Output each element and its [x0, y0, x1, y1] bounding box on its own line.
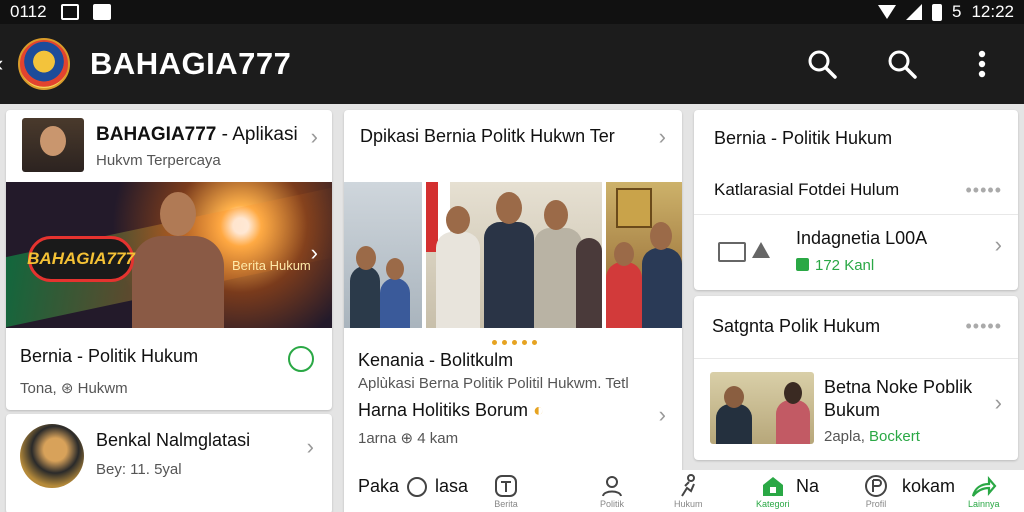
nav-item-berita[interactable]: Berita: [494, 474, 518, 509]
news-link-meta-b: 4 kam: [417, 430, 459, 447]
app-bar: ‹ BAHAGIA777: [0, 24, 1024, 104]
nav-item-kategori[interactable]: Kategori: [756, 474, 790, 509]
app-title: BAHAGIA777: [90, 46, 292, 81]
clock-icon: ⊕: [400, 430, 414, 447]
nav-label: Berita: [494, 499, 518, 509]
search-icon: [888, 50, 917, 79]
category-card-subtitle: Katlarasial Fotdei Hulum: [714, 180, 900, 199]
featured-app-subtitle: Hukvm Terpercaya: [96, 152, 221, 169]
bottom-row-label-a: Paka: [358, 476, 400, 496]
category-item-meta-a: 2apla,: [824, 428, 865, 445]
share-icon: [971, 476, 997, 497]
more-vert-icon: [978, 50, 986, 78]
category-card-title: Satgnta Polik Hukum: [712, 316, 881, 336]
chevron-right-icon: ›: [306, 434, 314, 459]
status-time: 12:22: [971, 2, 1014, 21]
app-notification-icon: [92, 4, 111, 20]
bottom-row-label-b: lasa: [435, 476, 469, 496]
item-avatar: [20, 424, 84, 488]
home-icon: [762, 477, 783, 496]
nav-item-lainnya[interactable]: Lainnya: [968, 474, 1000, 509]
user-icon: [602, 476, 622, 497]
status-bar: 0112 5 12:22: [0, 0, 1024, 24]
more-menu-button[interactable]: [962, 44, 1002, 84]
search-icon: [808, 50, 837, 79]
wifi-icon: [877, 5, 896, 19]
carousel-indicator: [492, 340, 537, 345]
news-link-title[interactable]: Harna Holitiks Borum: [358, 400, 528, 420]
monitor-icon: [718, 242, 746, 262]
article-meta-a: Tona,: [20, 380, 57, 397]
news-photo-1[interactable]: [344, 182, 422, 328]
chevron-right-icon: ›: [310, 124, 318, 149]
nav-label: Politik: [600, 499, 625, 509]
featured-app-title: BAHAGIA777: [96, 124, 217, 145]
news-section-desc: Aplùkasi Berna Politik Politil Hukwm. Te…: [358, 375, 629, 392]
news-card[interactable]: Dpikasi Bernia Politk Hukwn Ter › Kenani…: [344, 110, 682, 512]
chevron-right-icon: ›: [994, 390, 1002, 415]
news-photo-3[interactable]: [606, 182, 682, 328]
banner-next-icon[interactable]: ›: [311, 240, 318, 266]
chat-icon[interactable]: [288, 346, 314, 372]
run-icon: [681, 474, 696, 497]
item-thumbnail: [710, 372, 814, 444]
featured-app-title-suffix: - Aplikasi: [216, 124, 298, 145]
profile-icon: [865, 475, 887, 497]
notification-icon: [60, 4, 79, 20]
bookmark-icon[interactable]: ◐: [533, 400, 544, 420]
search-button[interactable]: [802, 44, 842, 84]
nav-label: Profil: [865, 499, 887, 509]
warning-icon: [752, 242, 770, 258]
banner-brand-logo: BAHAGIA777: [27, 236, 135, 282]
nav-text-kokam: kokam: [902, 476, 956, 496]
promo-banner[interactable]: BAHAGIA777 Berita Hukum ›: [6, 182, 332, 328]
nav-item-hukum[interactable]: Hukum: [674, 474, 703, 509]
app-logo: [18, 38, 70, 90]
banner-person-image: [132, 192, 224, 328]
category-item-meta-b: Bockert: [869, 428, 920, 445]
more-horiz-icon[interactable]: •••••: [965, 180, 1002, 201]
badge-icon: [796, 258, 809, 271]
category-item-title: Betna Noke Poblik Bukum: [824, 377, 973, 420]
article-meta-b: Hukwm: [77, 380, 128, 397]
news-section-title: Kenania - Bolitkulm: [358, 350, 514, 370]
nav-text-na: Na: [796, 476, 820, 496]
chevron-right-icon: ›: [994, 232, 1002, 257]
circle-icon: [407, 476, 428, 497]
category-card[interactable]: Bernia - Politik Hukum Katlarasial Fotde…: [694, 110, 1018, 290]
category-card[interactable]: Satgnta Polik Hukum ••••• Betna Noke Pob…: [694, 296, 1018, 460]
app-avatar: [22, 118, 84, 172]
list-item-meta: Bey: 11. 5yal: [96, 461, 182, 478]
category-icon: ⊛: [60, 380, 74, 397]
nav-label: Lainnya: [968, 499, 1000, 509]
nav-label: Hukum: [674, 499, 703, 509]
signal-icon: [905, 4, 922, 20]
category-item-title: Indagnetia L00A: [796, 228, 928, 248]
category-card-title: Bernia - Politik Hukum: [714, 128, 893, 148]
news-photo-2[interactable]: [426, 182, 602, 328]
more-horiz-icon[interactable]: •••••: [965, 316, 1002, 337]
status-time-left: 0112: [10, 2, 47, 21]
nav-item-politik[interactable]: Politik: [600, 474, 624, 509]
banner-caption: Berita Hukum: [232, 258, 311, 273]
back-icon[interactable]: ‹: [0, 51, 14, 77]
chevron-right-icon: ›: [658, 402, 666, 427]
nav-label: Kategori: [756, 499, 790, 509]
nav-item-profil[interactable]: Profil: [864, 474, 888, 509]
category-item-meta: 172 Kanl: [815, 257, 875, 274]
list-item-title: Benkal Nalmglatasi: [96, 430, 251, 450]
bottom-navigation: Paka lasa Berita Politik Hukum Kategori …: [344, 470, 1024, 512]
chevron-right-icon: ›: [658, 124, 666, 149]
battery-icon: [931, 3, 942, 21]
battery-level: 5: [951, 2, 962, 21]
list-item[interactable]: Benkal Nalmglatasi Bey: 11. 5yal ›: [6, 414, 332, 512]
featured-app-card[interactable]: BAHAGIA777 - Aplikasi Hukvm Terpercaya ›…: [6, 110, 332, 410]
article-title: Bernia - Politik Hukum: [20, 346, 199, 366]
search-alt-button[interactable]: [882, 44, 922, 84]
news-link-meta-a: 1arna: [358, 430, 397, 447]
news-card-header: Dpikasi Bernia Politk Hukwn Ter: [360, 126, 615, 146]
t-icon: [495, 475, 517, 497]
